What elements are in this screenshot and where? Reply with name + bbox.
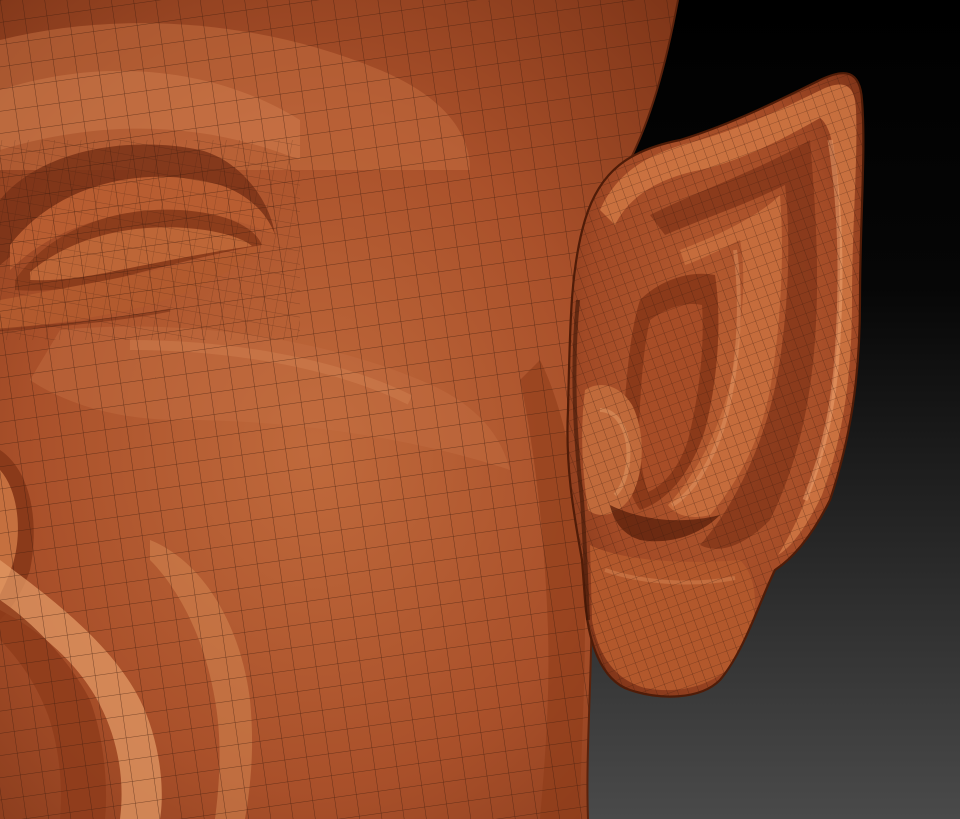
sculpt-viewport[interactable] bbox=[0, 0, 960, 819]
sculpt-mesh-render[interactable] bbox=[0, 0, 960, 819]
